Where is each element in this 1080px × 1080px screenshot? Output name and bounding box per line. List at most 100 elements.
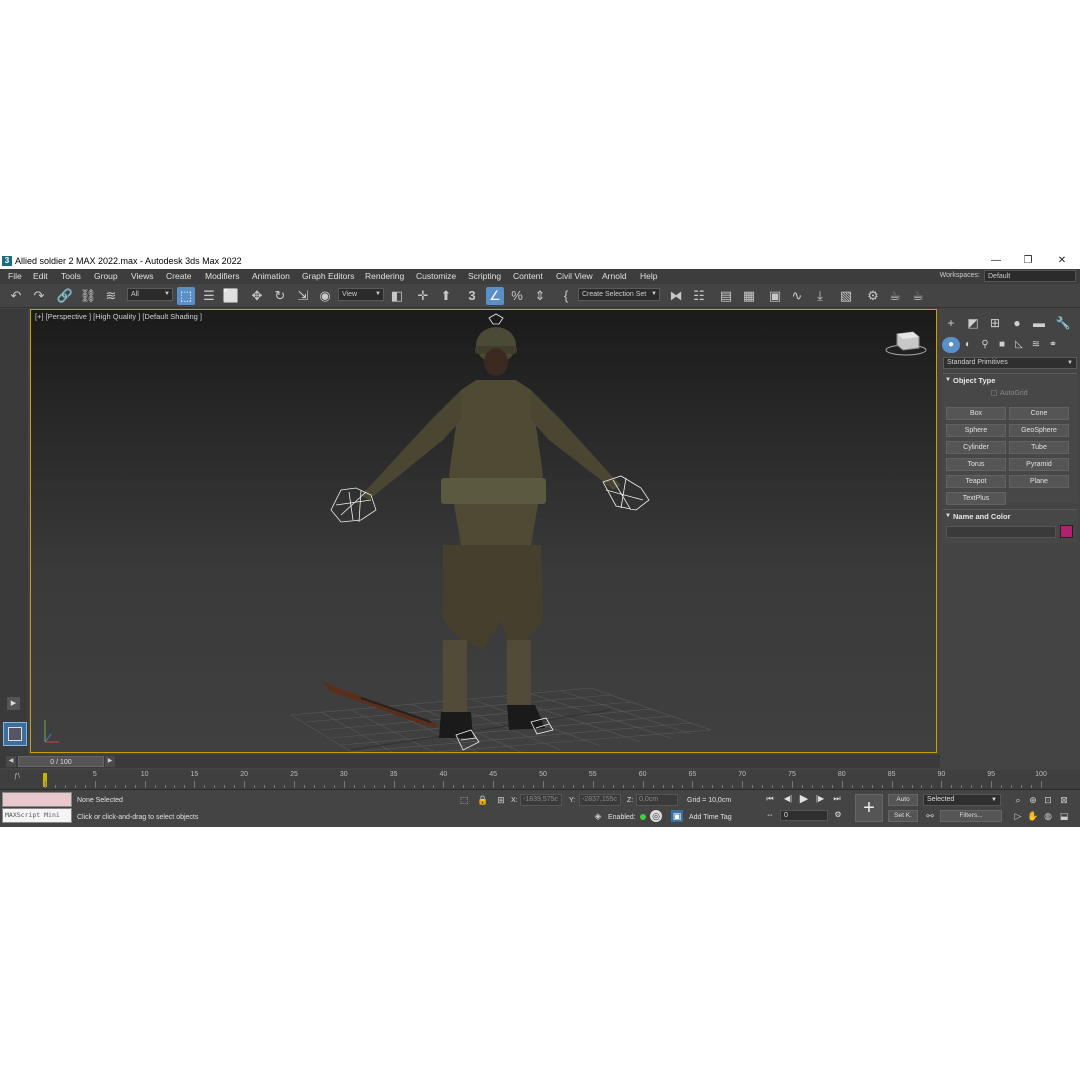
maxscript-mini-field[interactable]: MAXScript Mini	[2, 808, 72, 823]
auto-key-button[interactable]: Auto	[888, 794, 918, 806]
angle-snap-icon[interactable]: ∠	[486, 287, 504, 305]
place-icon[interactable]: ◉	[316, 287, 334, 305]
menu-create[interactable]: Create	[166, 271, 192, 281]
schematic-view-icon[interactable]: ⤓	[811, 287, 829, 305]
lock-selection-icon[interactable]: 🔒	[477, 794, 489, 806]
render-setup-icon[interactable]: ⚙	[864, 287, 882, 305]
selection-filter-dropdown[interactable]: All ▼	[127, 288, 173, 301]
bind-space-warp-icon[interactable]: ≋	[102, 287, 120, 305]
move-icon[interactable]: ✥	[248, 287, 266, 305]
display-tab-icon[interactable]: ▬	[1030, 315, 1048, 331]
tube-button[interactable]: Tube	[1009, 441, 1069, 454]
pivot-center-icon[interactable]: ◧	[388, 287, 406, 305]
maxscript-listener-field[interactable]	[2, 792, 72, 807]
menu-civil-view[interactable]: Civil View	[556, 271, 593, 281]
hierarchy-tab-icon[interactable]: ⊞	[986, 315, 1004, 331]
autogrid-checkbox[interactable]: AutoGrid	[991, 390, 1028, 397]
menu-rendering[interactable]: Rendering	[365, 271, 404, 281]
cone-button[interactable]: Cone	[1009, 407, 1069, 420]
sphere-button[interactable]: Sphere	[946, 424, 1006, 437]
lights-icon[interactable]: ⚲	[976, 337, 994, 353]
undo-icon[interactable]: ↶	[7, 287, 25, 305]
layer-explorer-icon[interactable]: ▦	[740, 287, 758, 305]
viewcube-icon[interactable]	[885, 331, 927, 356]
selection-region-icon[interactable]: ⬜	[222, 287, 240, 305]
y-coordinate-field[interactable]: -2837,155c	[579, 794, 621, 806]
object-name-field[interactable]	[946, 526, 1056, 538]
goto-end-icon[interactable]: ⏭	[831, 793, 843, 805]
percent-snap-icon[interactable]: %	[508, 287, 526, 305]
name-color-header[interactable]: ▼ Name and Color	[943, 510, 1077, 523]
time-tag-toggle-icon[interactable]: ◎	[650, 810, 662, 822]
spinner-snap-icon[interactable]: ⇕	[531, 287, 549, 305]
menu-customize[interactable]: Customize	[416, 271, 456, 281]
maximize-viewport-icon[interactable]: ⬓	[1058, 810, 1070, 822]
redo-icon[interactable]: ↷	[30, 287, 48, 305]
mirror-icon[interactable]: ⧓	[667, 287, 685, 305]
menu-content[interactable]: Content	[513, 271, 543, 281]
unlink-icon[interactable]: ⛓	[79, 287, 97, 305]
geometry-icon[interactable]: ●	[942, 337, 960, 353]
object-type-header[interactable]: ▼ Object Type	[943, 374, 1077, 387]
x-coordinate-field[interactable]: -1839,575c	[520, 794, 562, 806]
object-color-swatch[interactable]	[1060, 525, 1073, 538]
orbit-icon[interactable]: ◍	[1042, 810, 1054, 822]
torus-button[interactable]: Torus	[946, 458, 1006, 471]
zoom-extents-all-icon[interactable]: ⊠	[1058, 794, 1070, 806]
rendered-frame-icon[interactable]: ☕	[886, 287, 904, 305]
menu-group[interactable]: Group	[94, 271, 118, 281]
restore-button[interactable]: ❐	[1013, 253, 1043, 269]
curve-editor-mini-icon[interactable]: ƒ\	[14, 773, 20, 780]
key-tangent-icon[interactable]: ⚯	[924, 810, 936, 822]
menu-tools[interactable]: Tools	[61, 271, 81, 281]
menu-graph-editors[interactable]: Graph Editors	[302, 271, 354, 281]
menu-animation[interactable]: Animation	[252, 271, 290, 281]
play-icon[interactable]: ▶	[798, 793, 810, 805]
snaps-toggle-icon[interactable]: 3	[463, 287, 481, 305]
key-filters-button[interactable]: Filters...	[940, 810, 1002, 822]
select-object-icon[interactable]: ⬚	[177, 287, 195, 305]
plane-button[interactable]: Plane	[1009, 475, 1069, 488]
create-tab-icon[interactable]: +	[942, 315, 960, 331]
menu-help[interactable]: Help	[640, 271, 657, 281]
select-by-name-icon[interactable]: ☰	[200, 287, 218, 305]
viewport-layout-icon[interactable]	[3, 722, 27, 746]
isolate-icon[interactable]: ⬚	[458, 794, 470, 806]
absolute-mode-icon[interactable]: ⊞	[495, 794, 507, 806]
scene-explorer-icon[interactable]: ▤	[717, 287, 735, 305]
geosphere-button[interactable]: GeoSphere	[1009, 424, 1069, 437]
zoom-icon[interactable]: ⌕	[1012, 794, 1024, 806]
link-icon[interactable]: 🔗	[56, 287, 74, 305]
next-key-icon[interactable]: |▶	[814, 793, 826, 805]
track-bar[interactable]: ƒ\ 5 10 15 20 25 30 35 40 45 50 55 60 65 70 75 80 85 90 95…	[0, 770, 1080, 790]
perspective-viewport[interactable]: [+] [Perspective ] [High Quality ] [Defa…	[30, 309, 937, 753]
pan-view-icon[interactable]: ✋	[1027, 810, 1039, 822]
teapot-button[interactable]: Teapot	[946, 475, 1006, 488]
adaptive-degradation-icon[interactable]: ◈	[592, 810, 604, 822]
menu-modifiers[interactable]: Modifiers	[205, 271, 239, 281]
expand-arrow-icon[interactable]: ▶	[7, 697, 20, 710]
close-button[interactable]: ✕	[1047, 253, 1077, 269]
align-icon[interactable]: ☷	[690, 287, 708, 305]
render-icon[interactable]: ☕	[909, 287, 927, 305]
shapes-icon[interactable]: ◐	[959, 337, 977, 353]
primitive-category-dropdown[interactable]: Standard Primitives ▼	[943, 357, 1077, 369]
pyramid-button[interactable]: Pyramid	[1009, 458, 1069, 471]
time-slider[interactable]: ◀ 0 / 100 ▶	[0, 755, 940, 768]
minimize-button[interactable]: —	[981, 253, 1011, 269]
zoom-all-icon[interactable]: ⊕	[1027, 794, 1039, 806]
menu-arnold[interactable]: Arnold	[602, 271, 627, 281]
cylinder-button[interactable]: Cylinder	[946, 441, 1006, 454]
ref-coord-dropdown[interactable]: View ▼	[338, 288, 384, 301]
current-frame-field[interactable]: 0	[780, 810, 828, 821]
key-mode-icon[interactable]: ⇔	[764, 809, 776, 821]
prev-frame-button[interactable]: ◀	[6, 756, 16, 767]
edit-named-sets-icon[interactable]: {	[557, 287, 575, 305]
scale-icon[interactable]: ⇲	[294, 287, 312, 305]
time-slider-thumb[interactable]: 0 / 100	[18, 756, 104, 767]
select-manipulate-icon[interactable]: ✛	[414, 287, 432, 305]
box-button[interactable]: Box	[946, 407, 1006, 420]
motion-tab-icon[interactable]: ●	[1008, 315, 1026, 331]
rotate-icon[interactable]: ↻	[271, 287, 289, 305]
time-config-icon[interactable]: ⚙	[832, 809, 844, 821]
